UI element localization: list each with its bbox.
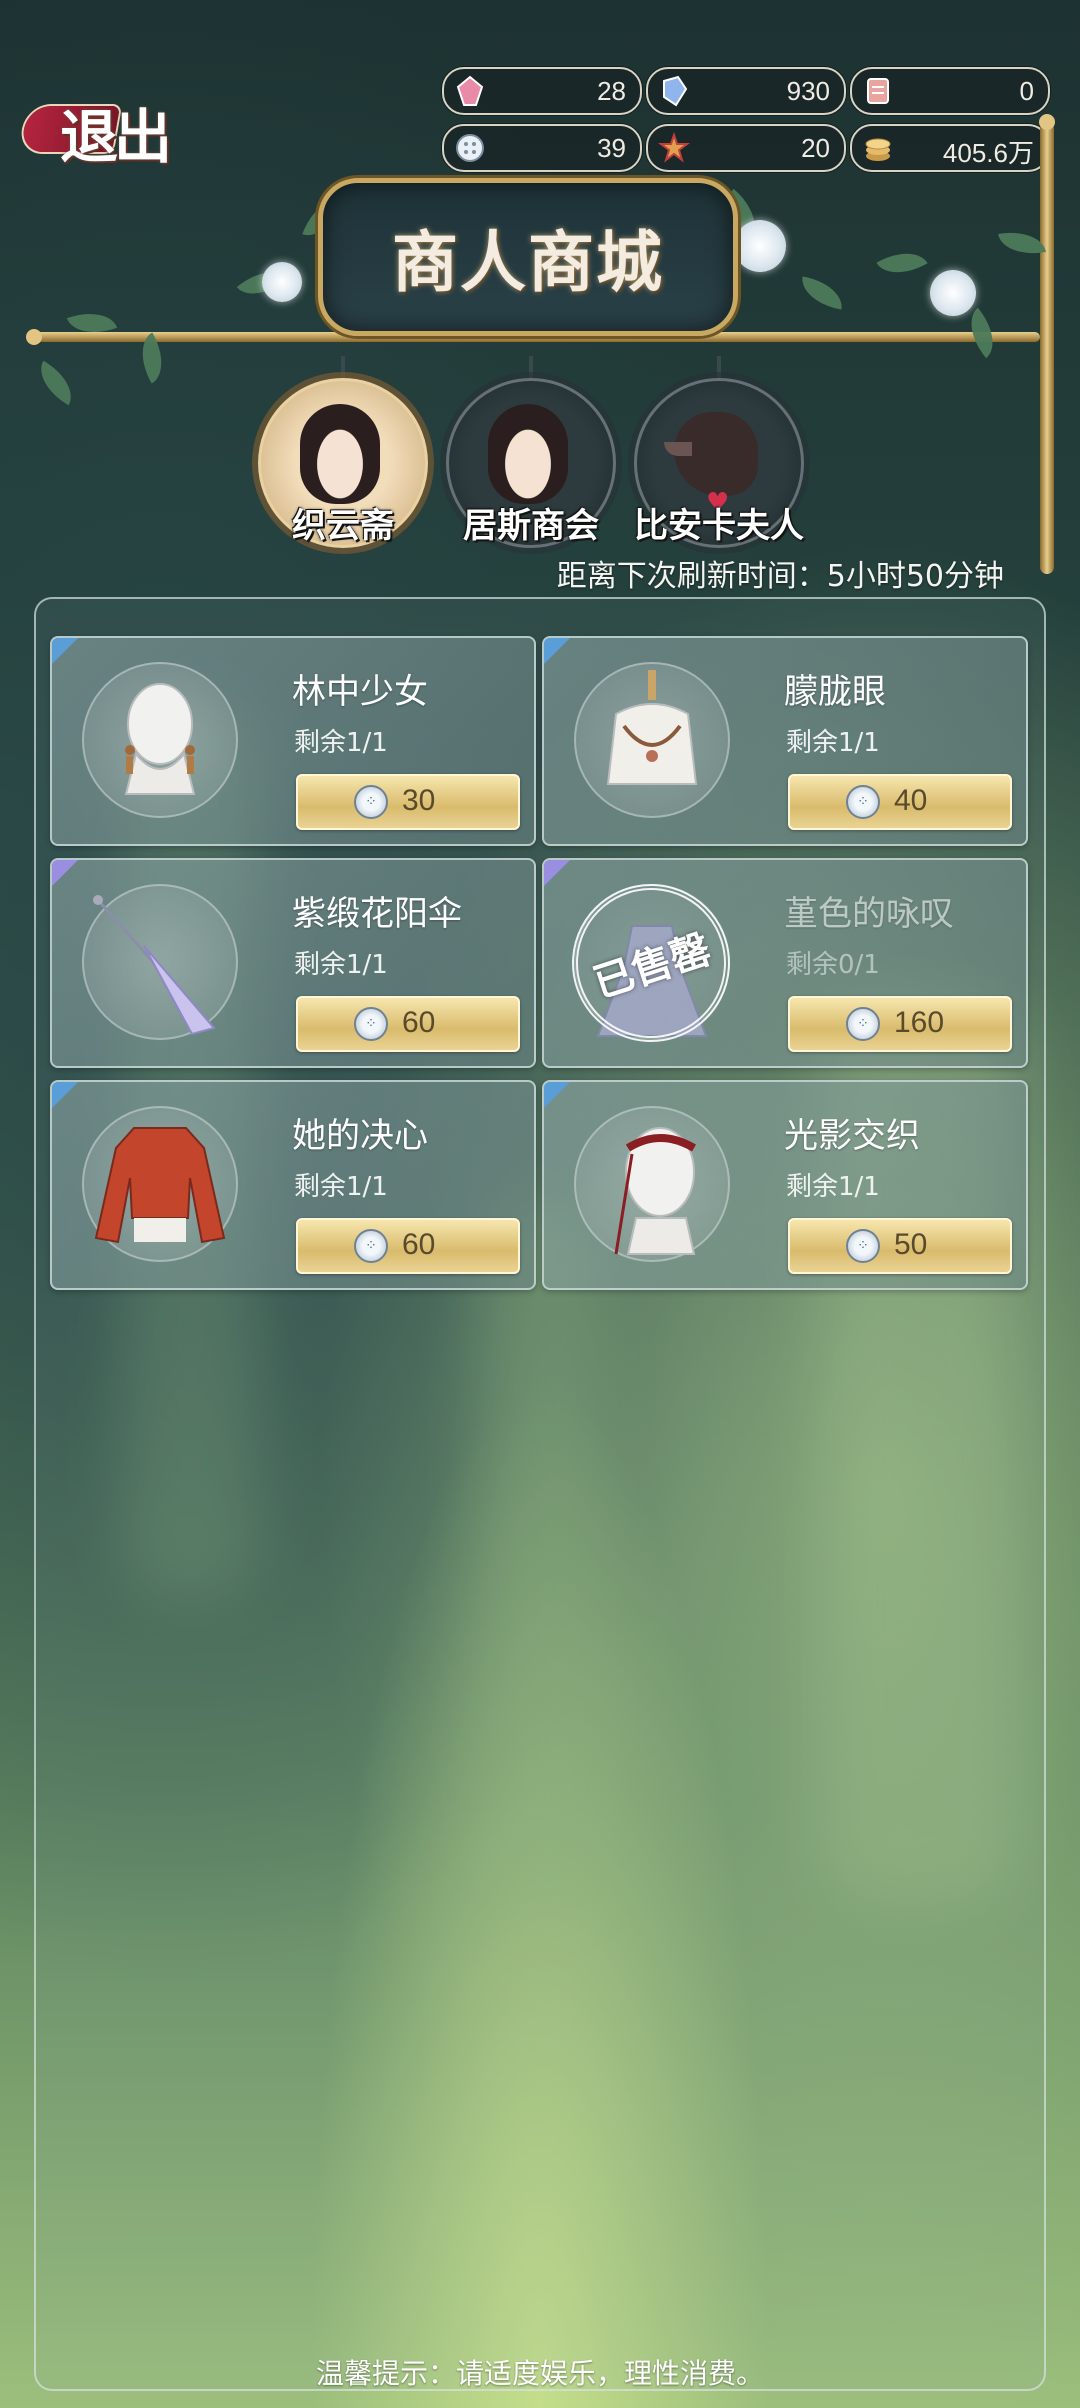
- item-name: 堇色的咏叹: [784, 894, 954, 934]
- rarity-corner: [544, 860, 570, 886]
- item-thumbnail: [82, 884, 238, 1040]
- item-card[interactable]: 林中少女 剩余1/1 ⁘ 30: [50, 636, 536, 846]
- item-stock: 剩余1/1: [786, 728, 880, 758]
- item-card[interactable]: 她的决心 剩余1/1 ⁘ 60: [50, 1080, 536, 1290]
- item-card-sold-out: 已售罄 堇色的咏叹 剩余0/1 ⁘ 160: [542, 858, 1028, 1068]
- leaf-decoration: [798, 276, 846, 310]
- leaf-decoration: [876, 240, 928, 286]
- merchant-tab-zhiyunzhai[interactable]: 织云斋: [258, 356, 428, 548]
- post-finial: [1039, 114, 1055, 130]
- merchant-portrait: [300, 404, 380, 504]
- item-stock: 剩余1/1: [786, 1172, 880, 1202]
- headband-icon: [614, 1127, 697, 1255]
- white-rose-decoration: [930, 270, 976, 316]
- item-name: 朦胧眼: [784, 672, 886, 712]
- leaf-decoration: [998, 226, 1046, 260]
- currency-pink-crystal[interactable]: 28: [442, 67, 642, 115]
- currency-gold-coins[interactable]: 405.6万: [850, 124, 1050, 172]
- item-thumbnail: [574, 1106, 730, 1262]
- button-coin-icon: ⁘: [354, 785, 388, 819]
- currency-button-coin[interactable]: 39: [442, 124, 642, 172]
- shop-title-sign: 商人商城: [318, 178, 738, 336]
- item-name: 林中少女: [292, 672, 428, 712]
- currency-value: 28: [597, 76, 626, 106]
- rarity-corner: [544, 1082, 570, 1108]
- item-stock: 剩余1/1: [294, 1172, 388, 1202]
- rarity-corner: [52, 860, 78, 886]
- earrings-icon: [124, 683, 196, 795]
- buy-button: ⁘ 160: [788, 996, 1012, 1052]
- rarity-corner: [544, 638, 570, 664]
- button-coin-icon: ⁘: [846, 1007, 880, 1041]
- item-stock: 剩余1/1: [294, 728, 388, 758]
- sign-post: [1040, 122, 1054, 574]
- star-badge-icon: [656, 130, 692, 166]
- buy-button[interactable]: ⁘ 60: [296, 996, 520, 1052]
- item-name: 她的决心: [292, 1116, 428, 1156]
- button-coin-icon: ⁘: [354, 1007, 388, 1041]
- rarity-corner: [52, 1082, 78, 1108]
- button-coin-icon: ⁘: [846, 1229, 880, 1263]
- rod-finial: [26, 329, 42, 345]
- merchant-tab-bianca[interactable]: ♥ 比安卡夫人: [634, 356, 804, 548]
- currency-value: 39: [597, 133, 626, 163]
- item-card[interactable]: 光影交织 剩余1/1 ⁘ 50: [542, 1080, 1028, 1290]
- white-rose-decoration: [262, 262, 302, 302]
- parasol-icon: [93, 895, 216, 1036]
- currency-value: 0: [1019, 76, 1034, 106]
- item-thumbnail: [82, 1106, 238, 1262]
- item-card[interactable]: 紫缎花阳伞 剩余1/1 ⁘ 60: [50, 858, 536, 1068]
- item-thumbnail: [574, 662, 730, 818]
- exit-button[interactable]: 退出: [16, 84, 186, 171]
- gold-coins-icon: [860, 130, 896, 166]
- buy-button[interactable]: ⁘ 60: [296, 1218, 520, 1274]
- currency-value: 930: [786, 76, 830, 106]
- ticket-icon: [860, 73, 896, 109]
- currency-ticket[interactable]: 0: [850, 67, 1050, 115]
- merchant-name: 比安卡夫人: [634, 506, 804, 546]
- exit-label: 退出: [60, 103, 172, 171]
- necklace-icon: [606, 670, 698, 785]
- white-rose-decoration: [734, 220, 786, 272]
- pink-crystal-icon: [452, 73, 488, 109]
- item-name: 紫缎花阳伞: [292, 894, 462, 934]
- item-stock: 剩余0/1: [786, 950, 880, 980]
- button-coin-icon: ⁘: [354, 1229, 388, 1263]
- currency-star-badge[interactable]: 20: [646, 124, 846, 172]
- item-thumbnail: [82, 662, 238, 818]
- buy-button[interactable]: ⁘ 50: [788, 1218, 1012, 1274]
- buy-button[interactable]: ⁘ 30: [296, 774, 520, 830]
- item-price: 160: [894, 1006, 945, 1039]
- blouse-icon: [94, 1127, 226, 1244]
- shop-title: 商人商城: [392, 223, 664, 301]
- button-coin-icon: ⁘: [846, 785, 880, 819]
- item-card[interactable]: 朦胧眼 剩余1/1 ⁘ 40: [542, 636, 1028, 846]
- item-price: 40: [894, 784, 928, 817]
- merchant-portrait: [488, 404, 568, 504]
- refresh-timer: 距离下次刷新时间：5小时50分钟: [556, 559, 1004, 594]
- currency-value: 405.6万: [942, 138, 1034, 168]
- merchant-tab-jusi-guild[interactable]: 居斯商会: [446, 356, 616, 548]
- item-price: 60: [402, 1228, 436, 1261]
- item-price: 30: [402, 784, 436, 817]
- currency-blue-crystal[interactable]: 930: [646, 67, 846, 115]
- item-price: 50: [894, 1228, 928, 1261]
- blue-crystal-icon: [656, 73, 692, 109]
- buy-button[interactable]: ⁘ 40: [788, 774, 1012, 830]
- currency-value: 20: [801, 133, 830, 163]
- footer-tip: 温馨提示：请适度娱乐，理性消费。: [315, 2357, 764, 2390]
- item-price: 60: [402, 1006, 436, 1039]
- button-coin-icon: [452, 130, 488, 166]
- rarity-corner: [52, 638, 78, 664]
- leaf-decoration: [30, 360, 82, 406]
- item-name: 光影交织: [784, 1116, 920, 1156]
- item-stock: 剩余1/1: [294, 950, 388, 980]
